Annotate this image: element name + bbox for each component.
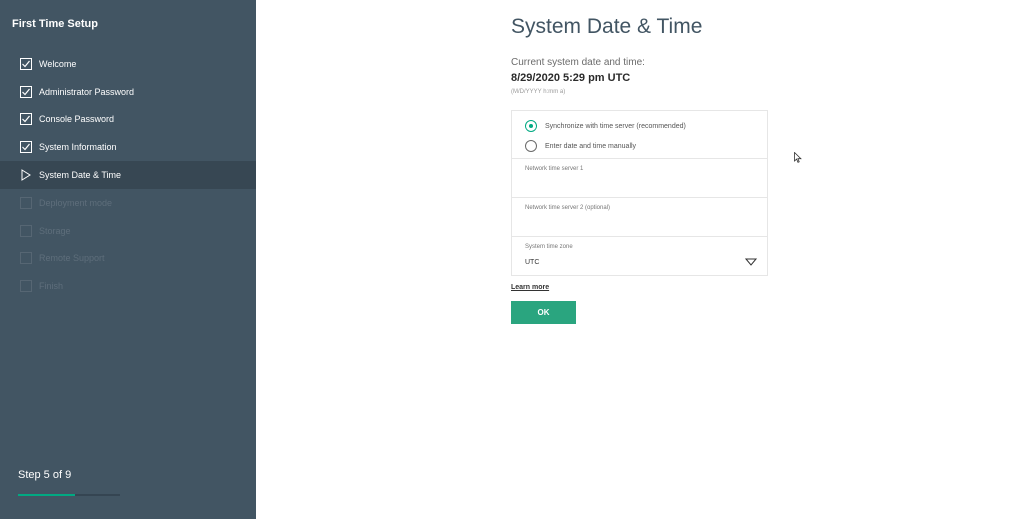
main-content: System Date & Time Current system date a…: [256, 0, 1024, 519]
ntp-server-1-field[interactable]: Network time server 1: [512, 158, 767, 197]
step-label: System Date & Time: [39, 170, 122, 181]
progress-fill: [18, 494, 75, 496]
step-label: Remote Support: [39, 253, 105, 264]
sidebar-title: First Time Setup: [12, 18, 98, 30]
step-label: Console Password: [39, 114, 115, 125]
radio-empty-icon[interactable]: [525, 140, 537, 152]
manual-option-label: Enter date and time manually: [545, 142, 637, 150]
current-datetime-value: 8/29/2020 5:29 pm UTC: [511, 72, 631, 84]
ntp-server-1-label: Network time server 1: [525, 166, 584, 172]
current-datetime-label: Current system date and time:: [511, 57, 645, 68]
ntp-server-2-field[interactable]: Network time server 2 (optional): [512, 197, 767, 236]
step-storage: Storage: [0, 217, 256, 245]
checkbox-checked-icon: [20, 57, 32, 70]
time-settings-panel: Synchronize with time server (recommende…: [511, 110, 768, 276]
mouse-pointer-icon: [794, 152, 802, 163]
step-deployment-mode: Deployment mode: [0, 189, 256, 217]
learn-more-link[interactable]: Learn more: [511, 284, 549, 291]
ok-button[interactable]: OK: [511, 301, 576, 324]
step-label: Finish: [39, 281, 64, 292]
setup-sidebar: First Time Setup Welcome Administrator P…: [0, 0, 256, 519]
step-list: Welcome Administrator Password Console P…: [0, 50, 256, 300]
step-console-password[interactable]: Console Password: [0, 106, 256, 134]
checkbox-empty-icon: [20, 252, 32, 265]
step-counter: Step 5 of 9: [18, 469, 72, 481]
ntp-server-2-label: Network time server 2 (optional): [525, 205, 611, 211]
step-label: Storage: [39, 225, 71, 236]
step-system-date-time[interactable]: System Date & Time: [0, 161, 256, 189]
timezone-select[interactable]: System time zone UTC: [512, 236, 767, 275]
step-label: Welcome: [39, 58, 77, 69]
step-administrator-password[interactable]: Administrator Password: [0, 78, 256, 106]
step-label: System Information: [39, 142, 117, 153]
checkbox-empty-icon: [20, 196, 32, 209]
step-welcome[interactable]: Welcome: [0, 50, 256, 78]
step-remote-support: Remote Support: [0, 245, 256, 273]
checkbox-checked-icon: [20, 85, 32, 98]
step-finish: Finish: [0, 272, 256, 300]
datetime-format-hint: (M/D/YYYY h:mm a): [511, 89, 566, 95]
sync-option-label: Synchronize with time server (recommende…: [545, 122, 686, 130]
checkbox-checked-icon: [20, 113, 32, 126]
checkbox-empty-icon: [20, 224, 32, 237]
step-label: Deployment mode: [39, 197, 113, 208]
checkbox-empty-icon: [20, 280, 32, 293]
page-title: System Date & Time: [511, 15, 703, 38]
sync-option[interactable]: Synchronize with time server (recommende…: [525, 120, 686, 132]
manual-option[interactable]: Enter date and time manually: [525, 140, 636, 152]
step-label: Administrator Password: [39, 86, 135, 97]
current-step-arrow-icon: [21, 169, 31, 181]
checkbox-checked-icon: [20, 141, 32, 154]
radio-selected-icon[interactable]: [525, 120, 537, 132]
timezone-value: UTC: [525, 259, 540, 266]
chevron-down-icon[interactable]: [745, 258, 757, 266]
step-system-information[interactable]: System Information: [0, 133, 256, 161]
timezone-label: System time zone: [525, 244, 573, 250]
setup-progress-bar: [18, 494, 120, 496]
